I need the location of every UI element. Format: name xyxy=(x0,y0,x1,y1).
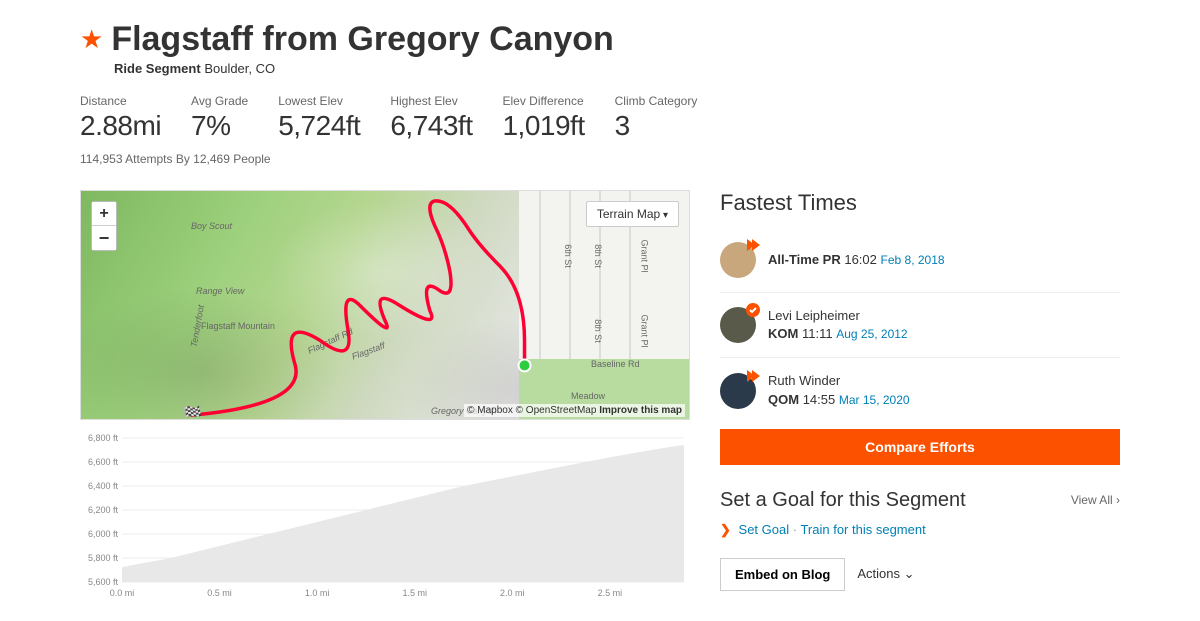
stat-label: Climb Category xyxy=(615,94,698,108)
svg-text:6,800 ft: 6,800 ft xyxy=(88,433,119,443)
svg-text:6,200 ft: 6,200 ft xyxy=(88,505,119,515)
segment-header: ★ Flagstaff from Gregory Canyon Ride Seg… xyxy=(80,20,1120,166)
svg-text:5,600 ft: 5,600 ft xyxy=(88,577,119,587)
svg-text:2.0 mi: 2.0 mi xyxy=(500,588,525,598)
stat-item: Climb Category 3 xyxy=(615,94,698,142)
svg-text:🏁: 🏁 xyxy=(183,405,203,420)
athlete-name: Levi Leipheimer xyxy=(768,307,908,325)
goal-title: Set a Goal for this Segment xyxy=(720,489,966,512)
svg-text:1.5 mi: 1.5 mi xyxy=(402,588,427,598)
svg-text:0.5 mi: 0.5 mi xyxy=(207,588,232,598)
stat-label: Distance xyxy=(80,94,161,108)
svg-text:5,800 ft: 5,800 ft xyxy=(88,553,119,563)
stat-value: 1,019ft xyxy=(502,110,584,142)
svg-text:6,000 ft: 6,000 ft xyxy=(88,529,119,539)
svg-text:6,400 ft: 6,400 ft xyxy=(88,481,119,491)
stat-value: 6,743ft xyxy=(390,110,472,142)
zoom-in-button[interactable]: + xyxy=(92,202,116,226)
compare-efforts-button[interactable]: Compare Efforts xyxy=(720,429,1120,465)
attempts-text: 114,953 Attempts By 12,469 People xyxy=(80,152,1120,166)
goal-links: ❯ Set Goal · Train for this segment xyxy=(720,522,1120,538)
svg-text:1.0 mi: 1.0 mi xyxy=(305,588,330,598)
record-badge-icon xyxy=(745,368,761,384)
map-zoom: + − xyxy=(91,201,117,251)
stat-item: Elev Difference 1,019ft xyxy=(502,94,584,142)
embed-button[interactable]: Embed on Blog xyxy=(720,558,845,591)
stat-item: Lowest Elev 5,724ft xyxy=(278,94,360,142)
record-date-link[interactable]: Feb 8, 2018 xyxy=(881,253,945,267)
fastest-time-row[interactable]: Ruth Winder QOM 14:55 Mar 15, 2020 xyxy=(720,362,1120,418)
pr-badge-icon xyxy=(745,237,761,253)
zoom-out-button[interactable]: − xyxy=(92,226,116,250)
svg-text:2.5 mi: 2.5 mi xyxy=(598,588,623,598)
avatar[interactable] xyxy=(720,242,756,278)
svg-text:6,600 ft: 6,600 ft xyxy=(88,457,119,467)
stats-row: Distance 2.88mi Avg Grade 7% Lowest Elev 5,72… xyxy=(80,94,1120,142)
stat-item: Highest Elev 6,743ft xyxy=(390,94,472,142)
map-attribution: © Mapbox © OpenStreetMap Improve this ma… xyxy=(464,404,685,417)
record-type: KOM xyxy=(768,326,798,341)
stat-value: 5,724ft xyxy=(278,110,360,142)
segment-subtitle: Ride Segment Boulder, CO xyxy=(114,61,1120,76)
elevation-chart: 5,600 ft 5,800 ft 6,000 ft 6,200 ft 6,400 ft… xyxy=(80,430,690,600)
stat-label: Elev Difference xyxy=(502,94,584,108)
fastest-time-row[interactable]: Levi LeipheimerKOM 11:11 Aug 25, 2012 xyxy=(720,297,1120,353)
svg-text:0.0 mi: 0.0 mi xyxy=(110,588,135,598)
avatar[interactable] xyxy=(720,373,756,409)
actions-menu[interactable]: Actions xyxy=(857,566,914,582)
view-all-link[interactable]: View All › xyxy=(1071,493,1120,507)
verified-badge-icon xyxy=(745,302,761,318)
stat-value: 2.88mi xyxy=(80,110,161,142)
record-type: All-Time PR xyxy=(768,252,841,267)
stat-value: 3 xyxy=(615,110,698,142)
record-type: QOM xyxy=(768,392,799,407)
stat-item: Distance 2.88mi xyxy=(80,94,161,142)
stat-value: 7% xyxy=(191,110,248,142)
stat-label: Highest Elev xyxy=(390,94,472,108)
set-goal-link[interactable]: Set Goal xyxy=(739,522,790,537)
record-time: 16:02 xyxy=(844,252,877,267)
goal-badge-icon: ❯ xyxy=(720,522,731,537)
fastest-times-title: Fastest Times xyxy=(720,190,1120,216)
athlete-name: Ruth Winder xyxy=(768,372,910,390)
segment-title: Flagstaff from Gregory Canyon xyxy=(111,20,614,59)
map-type-select[interactable]: Terrain Map xyxy=(586,201,679,227)
record-date-link[interactable]: Mar 15, 2020 xyxy=(839,393,910,407)
record-time: 11:11 xyxy=(802,326,833,341)
stat-label: Lowest Elev xyxy=(278,94,360,108)
stat-item: Avg Grade 7% xyxy=(191,94,248,142)
avatar[interactable] xyxy=(720,307,756,343)
star-icon[interactable]: ★ xyxy=(80,24,103,55)
fastest-time-row[interactable]: All-Time PR 16:02 Feb 8, 2018 xyxy=(720,232,1120,288)
train-link[interactable]: Train for this segment xyxy=(800,522,925,537)
segment-map[interactable]: Boy Scout Range View Flagstaff Mountain … xyxy=(80,190,690,420)
record-time: 14:55 xyxy=(803,392,836,407)
stat-label: Avg Grade xyxy=(191,94,248,108)
record-date-link[interactable]: Aug 25, 2012 xyxy=(836,327,907,341)
